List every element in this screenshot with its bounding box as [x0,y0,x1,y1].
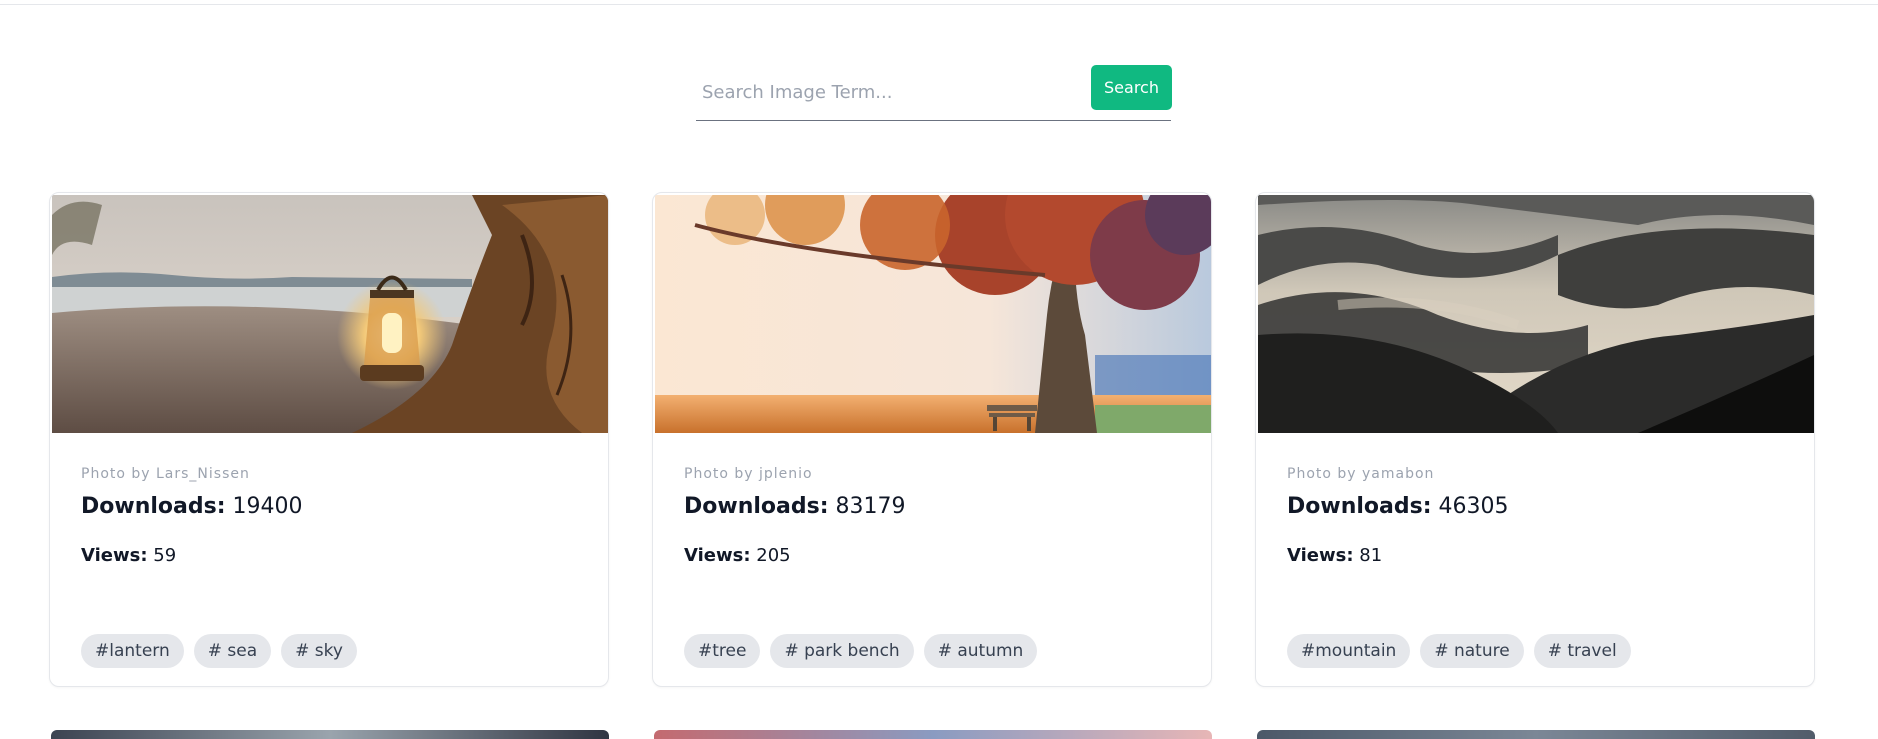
image-card-partial[interactable] [1257,730,1815,739]
tag-badge[interactable]: # nature [1420,634,1524,668]
card-views: Views: 59 [81,545,177,566]
image-card-partial[interactable] [51,730,609,739]
card-tags: #tree # park bench # autumn [684,634,1038,668]
image-card[interactable]: Photo by yamabon Downloads: 46305 Views:… [1255,192,1815,687]
card-author: Photo by jplenio [684,466,813,482]
tag-badge[interactable]: # sea [193,634,272,668]
card-tags: #mountain # nature # travel [1287,634,1631,668]
card-author: Photo by yamabon [1287,466,1435,482]
card-image-mountain [1258,195,1814,433]
tag-badge[interactable]: #lantern [81,634,184,668]
card-downloads: Downloads: 46305 [1287,494,1509,519]
image-card-partial[interactable] [654,730,1212,739]
card-downloads: Downloads: 83179 [684,494,906,519]
tag-badge[interactable]: #tree [684,634,761,668]
card-views: Views: 81 [1287,545,1383,566]
card-downloads: Downloads: 19400 [81,494,303,519]
image-card[interactable]: Photo by jplenio Downloads: 83179 Views:… [652,192,1212,687]
image-grid: Photo by Lars_Nissen Downloads: 19400 Vi… [0,0,1878,739]
tag-badge[interactable]: # sky [281,634,357,668]
card-image-lantern [52,195,608,433]
tag-badge[interactable]: #mountain [1287,634,1411,668]
tag-badge[interactable]: # autumn [923,634,1038,668]
tag-badge[interactable]: # park bench [770,634,914,668]
image-card[interactable]: Photo by Lars_Nissen Downloads: 19400 Vi… [49,192,609,687]
card-views: Views: 205 [684,545,791,566]
card-tags: #lantern # sea # sky [81,634,357,668]
card-author: Photo by Lars_Nissen [81,466,250,482]
card-image-tree [655,195,1211,433]
tag-badge[interactable]: # travel [1533,634,1631,668]
